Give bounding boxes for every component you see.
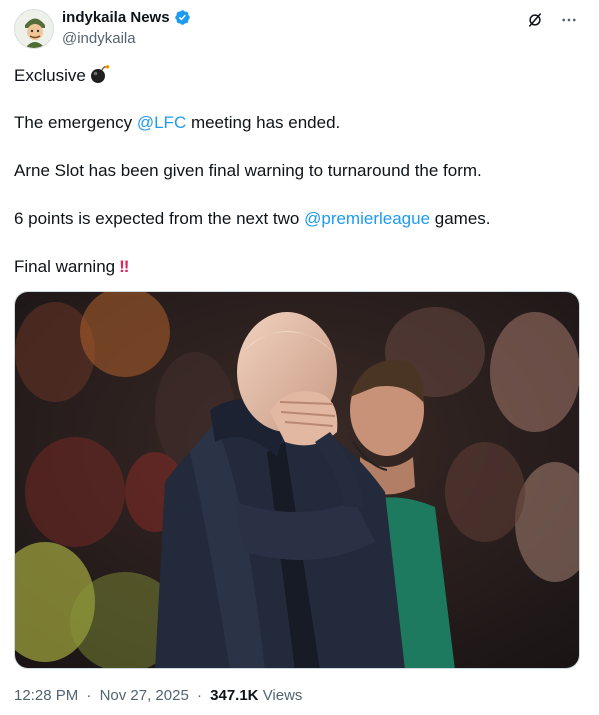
- views-count[interactable]: 347.1K: [210, 687, 258, 704]
- more-options-icon[interactable]: [559, 10, 579, 30]
- tweet-line-3: Arne Slot has been given final warning t…: [14, 160, 482, 182]
- line2-suffix: meeting has ended.: [186, 113, 341, 132]
- tweet-card: indykaila News @indykaila Exclusive The …: [0, 0, 599, 715]
- line4-suffix: games.: [430, 209, 491, 228]
- author-display-name[interactable]: indykaila News: [62, 9, 170, 26]
- double-exclamation-emoji: !!: [119, 257, 129, 276]
- line5-text: Final warning: [14, 257, 116, 276]
- mention-lfc-link[interactable]: @LFC: [137, 113, 186, 132]
- line3-text: Arne Slot has been given final warning t…: [14, 161, 482, 180]
- top-actions: [525, 10, 579, 30]
- tweet-line-4: 6 points is expected from the next two @…: [14, 208, 491, 230]
- tweet-line-5: Final warning!!: [14, 256, 129, 278]
- meta-separator: ·: [86, 687, 92, 704]
- tweet-meta: 12:28 PM · Nov 27, 2025 · 347.1K Views: [14, 687, 302, 704]
- meta-separator-2: ·: [196, 687, 202, 704]
- tweet-date[interactable]: Nov 27, 2025: [100, 687, 189, 704]
- author-handle[interactable]: @indykaila: [62, 30, 136, 47]
- grok-icon[interactable]: [525, 10, 545, 30]
- line4-prefix: 6 points is expected from the next two: [14, 209, 305, 228]
- tweet-line-1: Exclusive: [14, 64, 111, 90]
- tweet-line-2: The emergency @LFC meeting has ended.: [14, 112, 340, 134]
- line2-prefix: The emergency: [14, 113, 137, 132]
- photo-illustration: [15, 292, 579, 668]
- views-label: Views: [262, 687, 303, 704]
- tweet-photo[interactable]: [14, 291, 580, 669]
- mention-premierleague-link[interactable]: @premierleague: [304, 209, 430, 228]
- exclusive-text: Exclusive: [14, 66, 86, 85]
- verified-badge-icon: [174, 9, 191, 26]
- avatar-illustration: [15, 10, 53, 48]
- bomb-emoji-icon: [89, 64, 111, 90]
- author-name-row[interactable]: indykaila News: [62, 9, 191, 26]
- tweet-time[interactable]: 12:28 PM: [14, 687, 78, 704]
- avatar[interactable]: [14, 9, 54, 49]
